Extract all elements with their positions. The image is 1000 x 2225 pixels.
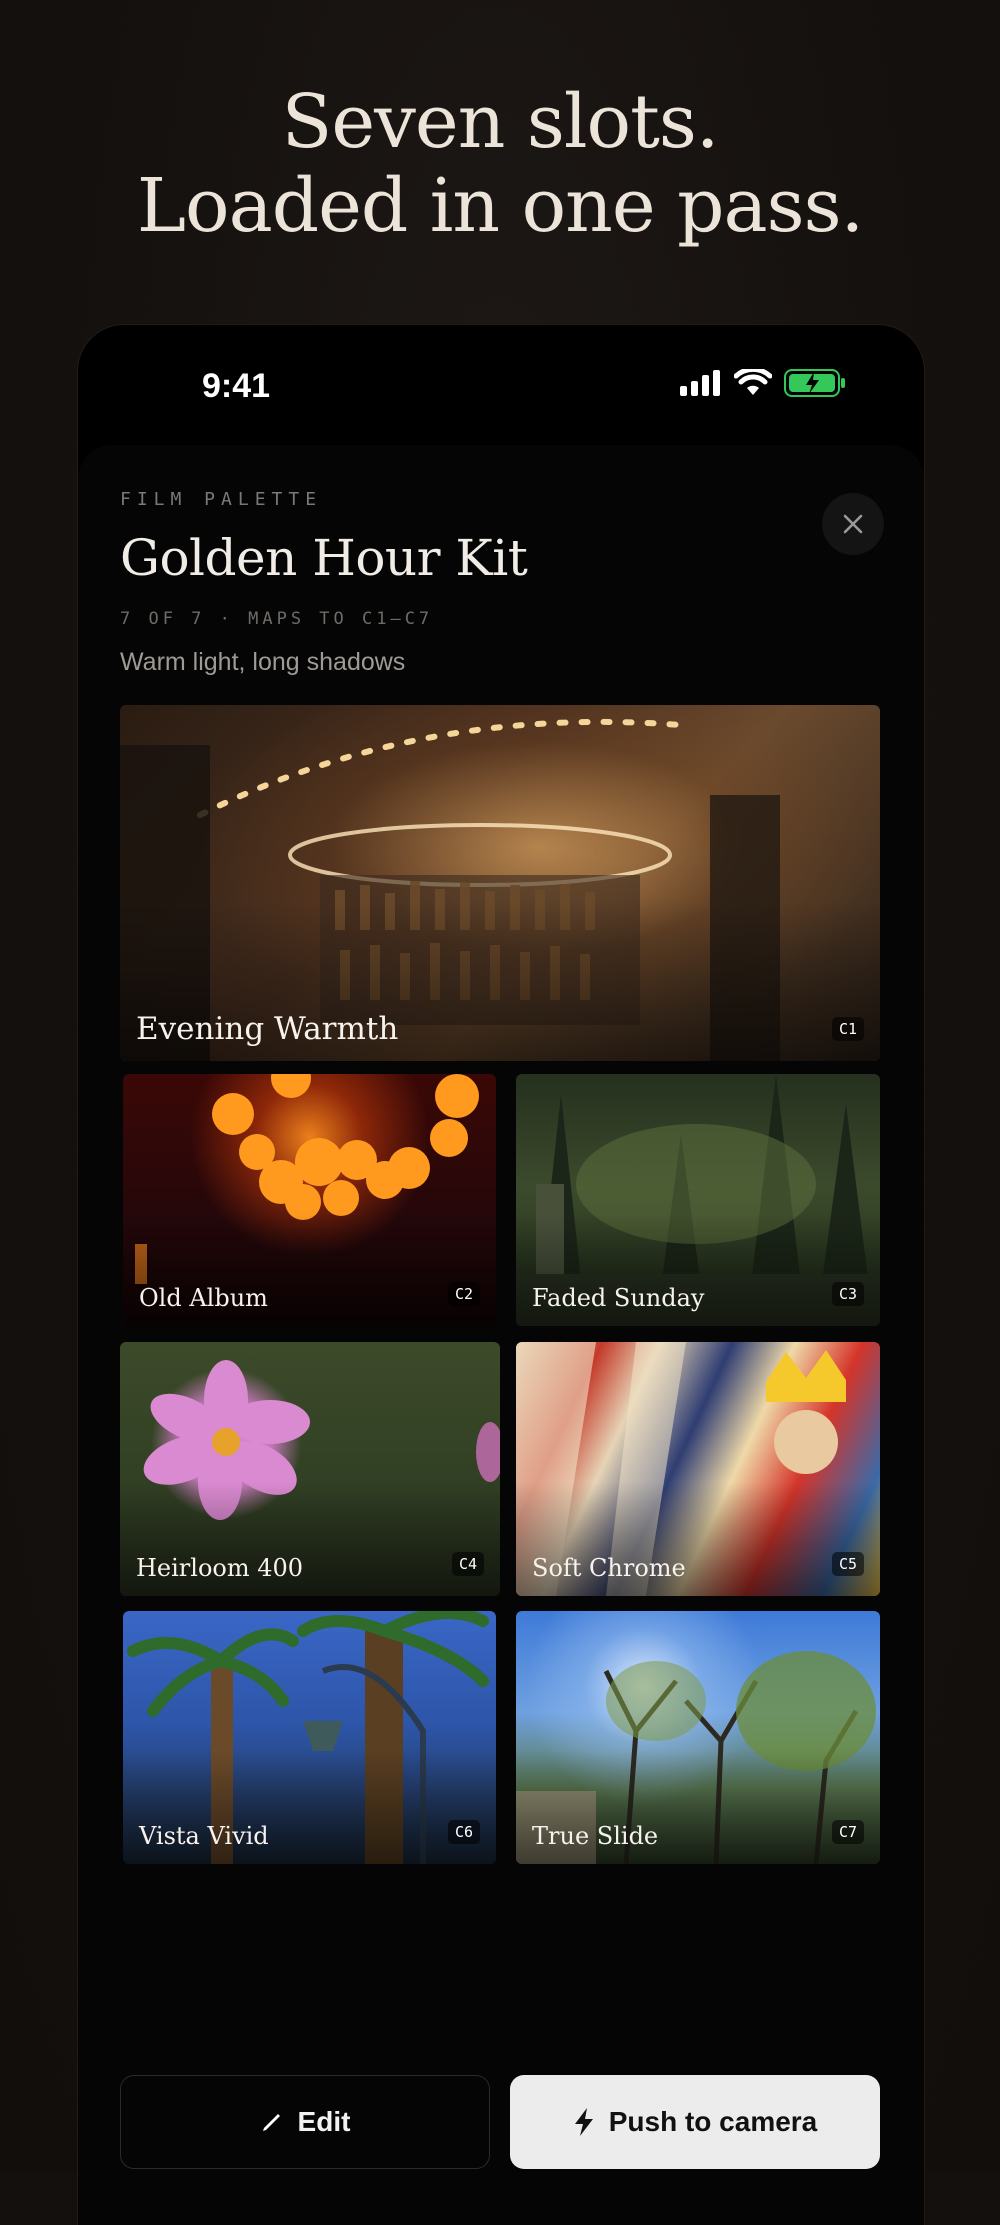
slot-tile-c1[interactable]: Evening Warmth C1 [120,705,880,1061]
bolt-icon [574,2108,593,2136]
status-bar: 9:41 [78,325,924,445]
battery-charging-icon [784,369,845,397]
slot-tile-c3[interactable]: Faded Sunday C3 [516,1074,880,1326]
slot-code: C3 [831,1282,864,1306]
slot-code: C2 [447,1282,480,1306]
slot-name: Faded Sunday [532,1284,705,1312]
wifi-icon [734,369,772,395]
palette-sheet: FILM PALETTE Golden Hour Kit 7 OF 7 · MA… [78,445,924,2225]
slot-tile-c7[interactable]: True Slide C7 [516,1611,880,1864]
slot-code: C7 [831,1820,864,1844]
slot-code: C5 [831,1552,864,1576]
slot-tile-c5[interactable]: Soft Chrome C5 [516,1342,880,1596]
slot-tile-c6[interactable]: Vista Vivid C6 [123,1611,496,1864]
slot-code: C1 [831,1017,864,1041]
slot-name: Vista Vivid [139,1822,269,1850]
slot-name: True Slide [532,1822,659,1850]
signal-icon [680,370,720,396]
pencil-icon [262,2114,280,2131]
edit-button[interactable]: Edit [120,2075,490,2169]
phone-frame: 9:41 FILM PALETTE Golden Hour Kit 7 OF 7… [78,325,924,2225]
palette-description: Warm light, long shadows [120,648,406,676]
palette-title: Golden Hour Kit [120,529,528,587]
headline-line-2: Loaded in one pass. [136,163,864,249]
slot-name: Old Album [139,1284,268,1312]
edit-button-label: Edit [297,2106,351,2137]
close-button[interactable] [822,493,884,555]
palette-meta: 7 OF 7 · MAPS TO C1–C7 [120,609,434,629]
slot-code: C6 [447,1820,480,1844]
slot-name: Soft Chrome [532,1554,686,1582]
sheet-eyebrow: FILM PALETTE [120,489,323,510]
push-button-label: Push to camera [608,2106,818,2137]
headline-line-1: Seven slots. [281,79,720,165]
slot-name: Evening Warmth [136,1011,399,1047]
close-icon [843,514,863,534]
status-time: 9:41 [202,367,271,405]
slot-name: Heirloom 400 [136,1554,304,1582]
push-to-camera-button[interactable]: Push to camera [510,2075,880,2169]
headline: Seven slots. Loaded in one pass. [0,80,1000,248]
status-icons [680,369,846,397]
slot-tile-c4[interactable]: Heirloom 400 C4 [120,1342,500,1596]
slot-code: C4 [451,1552,484,1576]
slot-tile-c2[interactable]: Old Album C2 [123,1074,496,1326]
